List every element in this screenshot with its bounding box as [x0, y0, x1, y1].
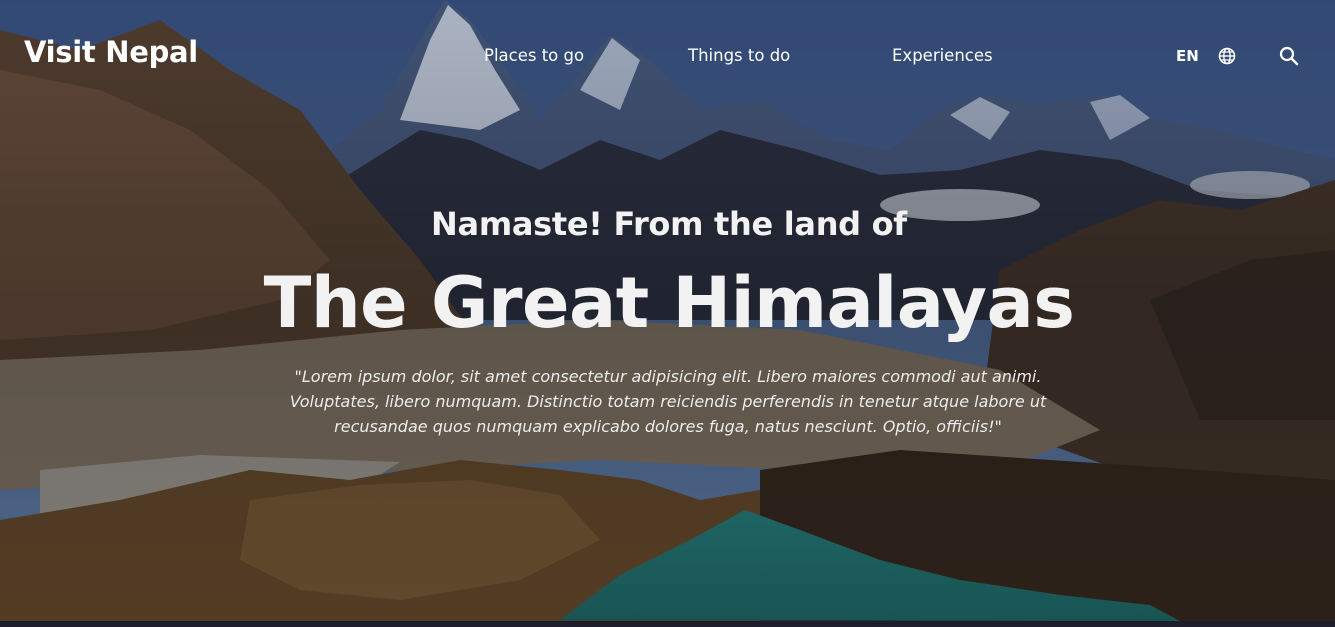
globe-icon[interactable] — [1218, 47, 1236, 65]
page-bottom-edge — [0, 621, 1335, 627]
nav-experiences[interactable]: Experiences — [892, 46, 993, 65]
hero-title: The Great Himalayas — [263, 262, 1075, 344]
hero-subtitle: Namaste! From the land of — [431, 205, 907, 243]
nav-places-to-go[interactable]: Places to go — [484, 46, 584, 65]
hero-section: Visit Nepal Places to go Things to do Ex… — [0, 0, 1335, 621]
language-selector[interactable]: EN — [1176, 47, 1199, 65]
nav-things-to-do[interactable]: Things to do — [688, 46, 790, 65]
hero-description: "Lorem ipsum dolor, sit amet consectetur… — [289, 367, 1047, 436]
search-icon[interactable] — [1279, 46, 1299, 66]
site-logo[interactable]: Visit Nepal — [24, 35, 198, 69]
